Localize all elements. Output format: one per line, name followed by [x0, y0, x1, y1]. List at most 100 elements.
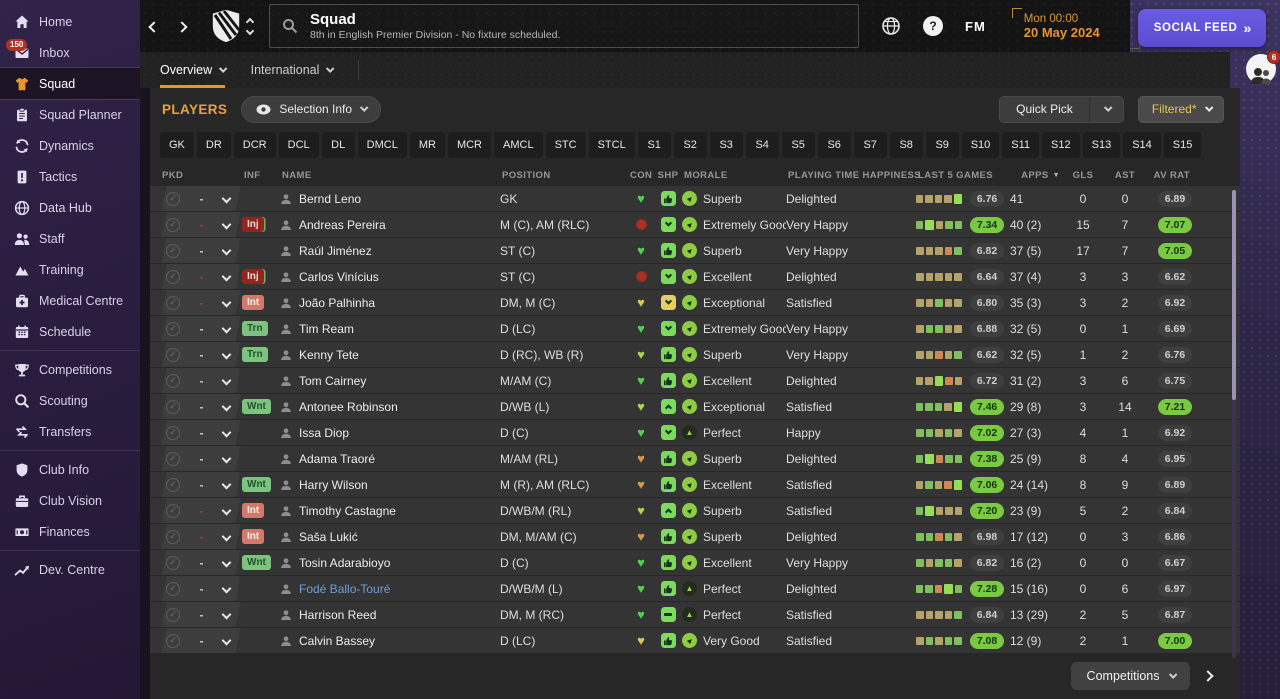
sidebar-item-competitions[interactable]: Competitions [0, 354, 140, 385]
position-filter-dcl[interactable]: DCL [278, 132, 319, 158]
sidebar-item-club-info[interactable]: Club Info [0, 454, 140, 485]
player-name[interactable]: Fodé Ballo-Touré [299, 582, 390, 596]
position-filter-dmcl[interactable]: DMCL [357, 132, 407, 158]
column-header-av-rat[interactable]: AV RAT [1146, 170, 1192, 181]
picked-check-icon[interactable]: ✓ [166, 373, 180, 388]
world-icon[interactable] [881, 16, 901, 36]
info-badge-trn[interactable]: Trn [242, 347, 268, 362]
position-filter-s15[interactable]: S15 [1163, 132, 1202, 158]
picked-check-icon[interactable]: ✓ [166, 633, 180, 648]
picked-check-icon[interactable]: ✓ [166, 347, 180, 362]
position-filter-dr[interactable]: DR [196, 132, 231, 158]
sidebar-item-squad-planner[interactable]: Squad Planner [0, 99, 140, 130]
player-name[interactable]: João Palhinha [299, 296, 375, 310]
player-name[interactable]: Bernd Leno [299, 192, 361, 206]
player-name[interactable]: Antonee Robinson [299, 400, 398, 414]
picked-check-icon[interactable]: ✓ [166, 425, 180, 440]
player-name[interactable]: Harrison Reed [299, 608, 376, 622]
position-filter-s4[interactable]: S4 [745, 132, 779, 158]
position-filter-s5[interactable]: S5 [781, 132, 815, 158]
picked-check-icon[interactable]: ✓ [166, 477, 180, 492]
picked-check-icon[interactable]: ✓ [166, 399, 180, 414]
next-panel-chevron[interactable] [1202, 670, 1214, 682]
table-row[interactable]: ✓ - Raúl Jiménez ST (C) ♥ ▲ Superb Very Happy 6.… [150, 238, 1240, 263]
info-badge-inj[interactable]: Inj [242, 269, 264, 284]
player-name[interactable]: Tim Ream [299, 322, 354, 336]
table-row[interactable]: ✓ - Inj Carlos Vinícius ST (C) ▲ Excellent Deli… [150, 264, 1240, 289]
table-row[interactable]: ✓ - Inj Andreas Pereira M (C), AM (RLC) ▲ Extr… [150, 212, 1240, 237]
table-row[interactable]: ✓ - Trn Kenny Tete D (RC), WB (R) ♥ ▲ Superb Ver… [150, 342, 1240, 367]
social-feed-button[interactable]: SOCIAL FEED » [1138, 9, 1266, 47]
sidebar-item-schedule[interactable]: Schedule [0, 316, 140, 347]
table-row[interactable]: ✓ - Int João Palhinha DM, M (C) ♥ ▲ Exceptional… [150, 290, 1240, 315]
position-filter-s14[interactable]: S14 [1123, 132, 1161, 158]
sidebar-item-transfers[interactable]: Transfers [0, 416, 140, 447]
picked-check-icon[interactable]: ✓ [166, 451, 180, 466]
info-badge-inj[interactable]: Inj [242, 217, 264, 232]
sidebar-item-inbox[interactable]: 150 Inbox [0, 37, 140, 68]
tab-international[interactable]: International [251, 52, 335, 88]
table-row[interactable]: ✓ - Issa Diop D (C) ♥ ▲ Perfect Happy 7.02 27 (3)… [150, 420, 1240, 445]
column-header-gls[interactable]: GLS [1062, 170, 1104, 181]
club-badge-selector[interactable] [210, 8, 255, 44]
position-filter-s7[interactable]: S7 [853, 132, 887, 158]
position-filter-s13[interactable]: S13 [1082, 132, 1121, 158]
player-name[interactable]: Carlos Vinícius [299, 270, 379, 284]
picked-check-icon[interactable]: ✓ [166, 269, 180, 284]
info-badge-int[interactable]: Int [242, 295, 265, 310]
player-name[interactable]: Raúl Jiménez [299, 244, 372, 258]
sidebar-item-finances[interactable]: Finances [0, 516, 140, 547]
column-header-name[interactable]: NAME [280, 170, 500, 181]
manager-avatar[interactable]: 6 [1246, 50, 1280, 84]
quick-pick-dropdown[interactable] [1088, 96, 1123, 122]
table-row[interactable]: ✓ - Int Timothy Castagne D/WB/M (RL) ♥ ▲ Superb… [150, 498, 1240, 523]
help-icon[interactable]: ? [923, 16, 943, 36]
position-filter-dl[interactable]: DL [321, 132, 355, 158]
position-filter-s9[interactable]: S9 [925, 132, 959, 158]
player-name[interactable]: Calvin Bassey [299, 634, 375, 648]
sidebar-item-medical-centre[interactable]: Medical Centre [0, 285, 140, 316]
position-filter-s11[interactable]: S11 [1002, 132, 1040, 158]
player-name[interactable]: Issa Diop [299, 426, 349, 440]
info-badge-wnt[interactable]: Wnt [242, 555, 271, 570]
picked-check-icon[interactable]: ✓ [166, 243, 180, 258]
player-name[interactable]: Timothy Castagne [299, 504, 396, 518]
info-badge-wnt[interactable]: Wnt [242, 477, 271, 492]
sidebar-item-tactics[interactable]: Tactics [0, 161, 140, 192]
sidebar-item-staff[interactable]: Staff [0, 223, 140, 254]
position-filter-amcl[interactable]: AMCL [494, 132, 543, 158]
picked-check-icon[interactable]: ✓ [166, 321, 180, 336]
column-header-position[interactable]: POSITION [500, 170, 628, 181]
table-row[interactable]: ✓ - Wnt Harry Wilson M (R), AM (RLC) ♥ ▲ Excell… [150, 472, 1240, 497]
position-filter-stc[interactable]: STC [545, 132, 586, 158]
picked-check-icon[interactable]: ✓ [166, 529, 180, 544]
table-row[interactable]: ✓ - Wnt Tosin Adarabioyo D (C) ♥ ▲ Excellent Ver… [150, 550, 1240, 575]
info-badge-int[interactable]: Int [242, 529, 265, 544]
position-filter-mr[interactable]: MR [409, 132, 445, 158]
table-row[interactable]: ✓ - Calvin Bassey D (LC) ♥ ▲ Very Good Satisfie… [150, 628, 1240, 653]
position-filter-mcr[interactable]: MCR [447, 132, 491, 158]
table-row[interactable]: ✓ - Harrison Reed DM, M (RC) ♥ ▲ Perfect Satisf… [150, 602, 1240, 627]
player-name[interactable]: Kenny Tete [299, 348, 359, 362]
sidebar-item-home[interactable]: Home [0, 6, 140, 37]
picked-check-icon[interactable]: ✓ [166, 295, 180, 310]
tab-overview[interactable]: Overview [160, 52, 228, 88]
position-filter-dcr[interactable]: DCR [233, 132, 276, 158]
sidebar-item-club-vision[interactable]: Club Vision [0, 485, 140, 516]
selection-info-button[interactable]: Selection Info [241, 95, 381, 123]
sidebar-item-scouting[interactable]: Scouting [0, 385, 140, 416]
table-row[interactable]: ✓ - Fodé Ballo-Touré D/WB/M (L) ♥ ▲ Perfect Del… [150, 576, 1240, 601]
info-badge-int[interactable]: Int [242, 503, 265, 518]
position-filter-s8[interactable]: S8 [889, 132, 923, 158]
picked-check-icon[interactable]: ✓ [166, 581, 180, 596]
position-filter-stcl[interactable]: STCL [588, 132, 635, 158]
picked-check-icon[interactable]: ✓ [166, 555, 180, 570]
column-header-ast[interactable]: AST [1104, 170, 1146, 181]
position-filter-gk[interactable]: GK [160, 132, 194, 158]
player-name[interactable]: Andreas Pereira [299, 218, 386, 232]
table-row[interactable]: ✓ - Int Saša Lukić DM, M/AM (C) ♥ ▲ Superb Delig… [150, 524, 1240, 549]
game-clock[interactable]: Mon 00:00 20 May 2024 [1011, 7, 1140, 49]
table-row[interactable]: ✓ - Wnt Antonee Robinson D/WB (L) ♥ ▲ Exception… [150, 394, 1240, 419]
info-badge-wnt[interactable]: Wnt [242, 399, 271, 414]
player-name[interactable]: Adama Traoré [299, 452, 375, 466]
